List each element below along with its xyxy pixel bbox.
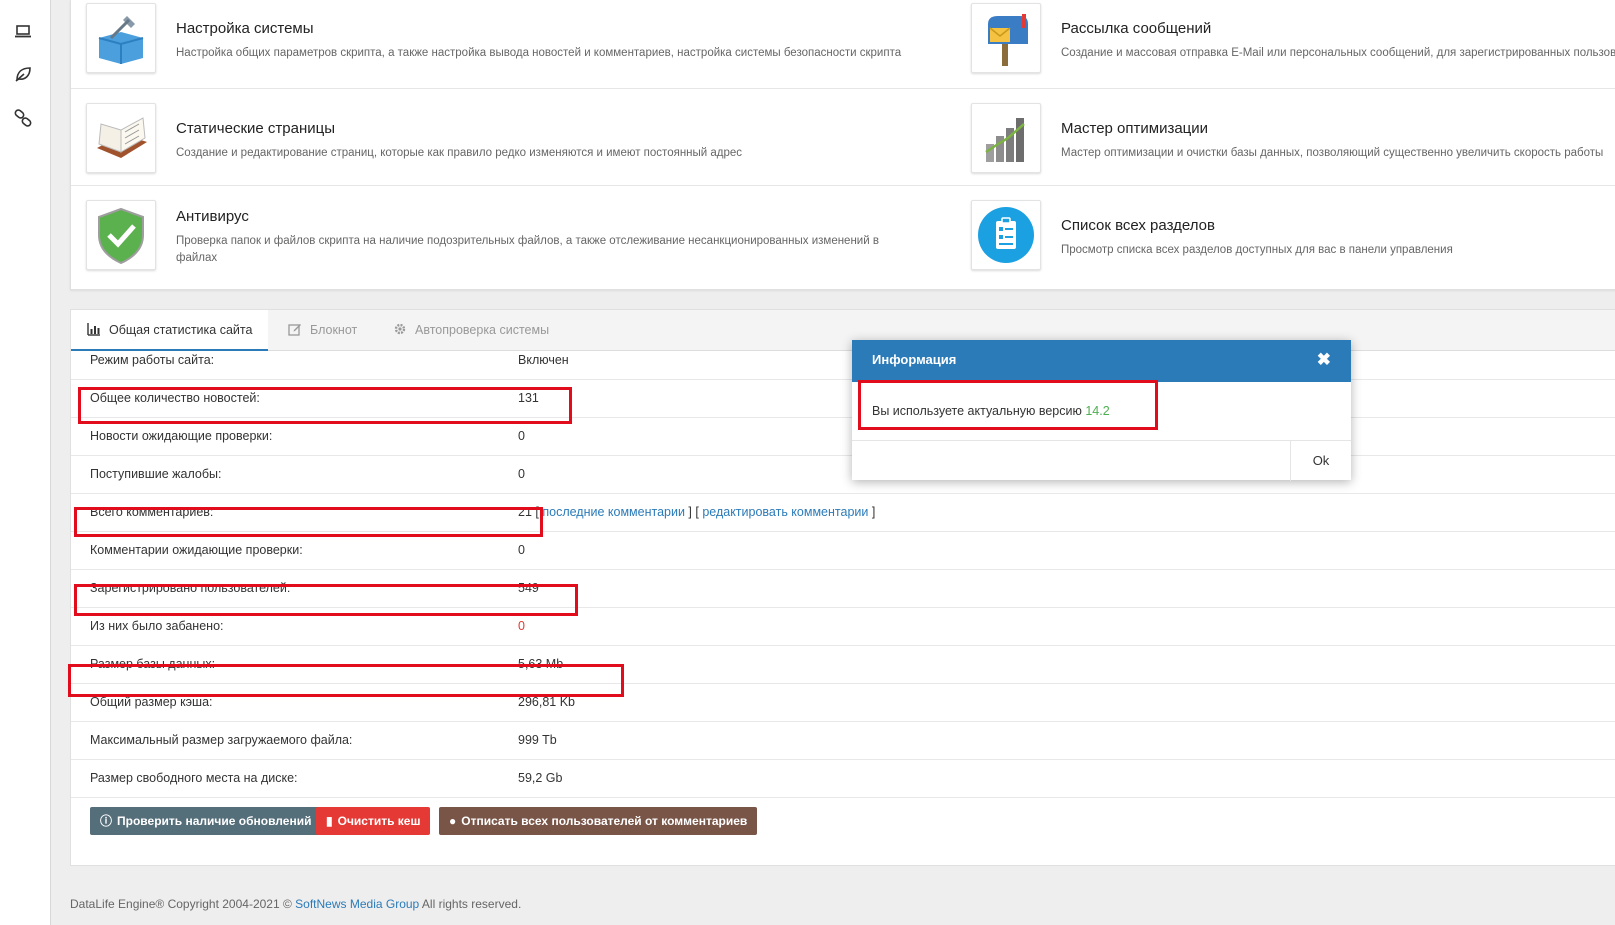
stat-row-max-upload: Максимальный размер загружаемого файла: …: [71, 721, 1615, 760]
edit-icon: [288, 324, 301, 336]
gear-icon: [394, 323, 406, 335]
check-updates-button[interactable]: ⓘ Проверить наличие обновлений: [90, 807, 322, 835]
close-icon[interactable]: ✖: [1317, 350, 1331, 370]
highlight-box: [68, 664, 624, 697]
stat-label: Режим работы сайта:: [90, 353, 215, 367]
tab-label: Общая статистика сайта: [109, 323, 253, 337]
growth-chart-icon[interactable]: [971, 103, 1041, 173]
button-label: Отписать всех пользователей от комментар…: [461, 814, 748, 828]
ok-button[interactable]: Ok: [1290, 441, 1351, 481]
unsubscribe-all-button[interactable]: ● Отписать всех пользователей от коммента…: [439, 807, 758, 835]
laptop-icon[interactable]: [12, 20, 34, 42]
modal-header: Информация ✖: [852, 340, 1351, 382]
quick-item-title[interactable]: Мастер оптимизации: [1061, 120, 1208, 137]
quick-item-title[interactable]: Настройка системы: [176, 20, 314, 37]
shield-check-icon[interactable]: [86, 200, 156, 270]
softnews-link[interactable]: SoftNews Media Group: [295, 897, 419, 911]
trash-icon: ▮: [326, 814, 333, 828]
bar-chart-icon: [87, 323, 100, 336]
quick-item-title[interactable]: Рассылка сообщений: [1061, 20, 1211, 37]
info-circle-icon: ⓘ: [100, 814, 113, 828]
clipboard-list-icon[interactable]: [971, 200, 1041, 270]
stat-value: Включен: [518, 353, 569, 367]
quick-row: Настройка системы Настройка общих параме…: [71, 0, 1615, 89]
modal-footer: Ok: [852, 440, 1351, 481]
highlight-box: [78, 387, 572, 424]
clear-cache-button[interactable]: ▮ Очистить кеш: [316, 807, 431, 835]
stats-panel: Общая статистика сайта Блокнот Автопрове…: [68, 309, 1615, 866]
quick-access-panel: Настройка системы Настройка общих параме…: [70, 0, 1615, 290]
quick-item-desc: Проверка папок и файлов скрипта на налич…: [176, 235, 879, 264]
stat-row-complaints: Поступившие жалобы: 0: [71, 455, 1615, 494]
quick-item-title[interactable]: Статические страницы: [176, 120, 335, 137]
button-label: Очистить кеш: [337, 814, 421, 828]
leaf-icon[interactable]: [12, 63, 34, 85]
stat-label: Поступившие жалобы:: [90, 467, 222, 481]
link-icon[interactable]: [12, 107, 34, 129]
quick-item-title[interactable]: Антивирус: [176, 208, 249, 225]
footer-rights: All rights reserved.: [421, 897, 522, 911]
tab-label: Автопроверка системы: [415, 323, 550, 337]
stat-row-site-mode: Режим работы сайта: Включен: [71, 341, 1615, 380]
info-modal: Информация ✖ Вы используете актуальную в…: [852, 340, 1351, 481]
footer-copyright: DataLife Engine® Copyright 2004-2021 ©: [70, 897, 292, 911]
quick-row: Антивирус Проверка папок и файлов скрипт…: [71, 186, 1615, 289]
stat-label: Максимальный размер загружаемого файла:: [90, 733, 353, 747]
last-comments-link[interactable]: последние комментарии: [542, 505, 685, 519]
highlight-box: [74, 584, 578, 616]
sidebar: [0, 0, 51, 925]
toolbox-icon[interactable]: [86, 3, 156, 73]
stat-value-group: 21 [ последние комментарии ] [ редактиро…: [518, 505, 876, 519]
stat-value: 0: [518, 467, 525, 481]
footer: DataLife Engine® Copyright 2004-2021 © S…: [70, 897, 521, 911]
quick-item-desc: Просмотр списка всех разделов доступных …: [1061, 244, 1453, 256]
book-icon[interactable]: [86, 103, 156, 173]
mailbox-icon[interactable]: [971, 3, 1041, 73]
quick-item-desc: Настройка общих параметров скрипта, а та…: [176, 47, 902, 59]
stat-label: Размер свободного места на диске:: [90, 771, 298, 785]
tab-label: Блокнот: [310, 323, 358, 337]
button-label: Проверить наличие обновлений: [117, 814, 312, 828]
quick-item-desc: Мастер оптимизации и очистки базы данных…: [1061, 147, 1604, 159]
user-icon: ●: [449, 814, 457, 828]
stat-row-free-disk: Размер свободного места на диске: 59,2 G…: [71, 759, 1615, 798]
quick-item-desc: Создание и массовая отправка E-Mail или …: [1061, 47, 1615, 59]
stat-value: 59,2 Gb: [518, 771, 563, 785]
quick-item-title[interactable]: Список всех разделов: [1061, 217, 1215, 234]
edit-comments-link[interactable]: редактировать комментарии: [702, 505, 868, 519]
quick-item-desc: Создание и редактирование страниц, котор…: [176, 147, 743, 159]
stat-value: 999 Tb: [518, 733, 557, 747]
highlight-box: [858, 380, 1158, 430]
highlight-box: [74, 507, 543, 537]
modal-title: Информация: [872, 352, 957, 367]
quick-row: Статические страницы Создание и редактир…: [71, 89, 1615, 186]
